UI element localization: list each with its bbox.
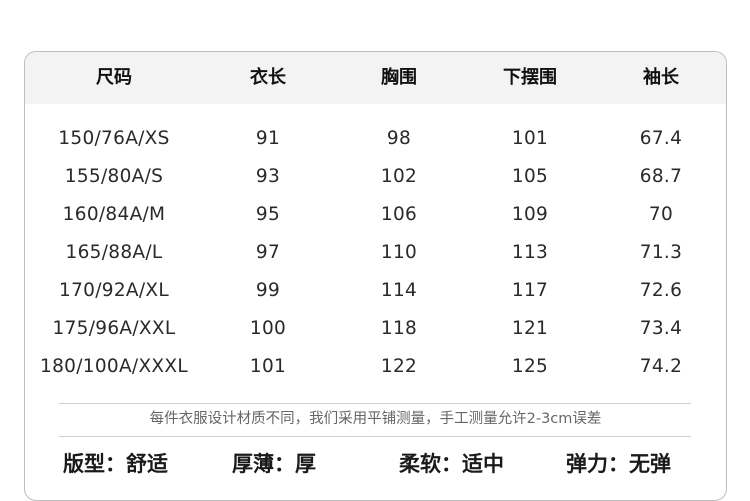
property-softness: 柔软：适中 xyxy=(399,452,504,476)
property-fit: 版型：舒适 xyxy=(63,452,168,476)
table-cell: 70 xyxy=(648,204,674,225)
table-cell: 99 xyxy=(255,280,281,301)
table-cell: 117 xyxy=(511,280,549,301)
table-cell: 91 xyxy=(255,128,281,149)
table-cell: 170/92A/XL xyxy=(59,280,169,301)
table-cell: 106 xyxy=(380,204,418,225)
measurement-note: 每件衣服设计材质不同，我们采用平铺测量，手工测量允许2-3cm误差 xyxy=(149,411,602,427)
header-length: 衣长 xyxy=(250,67,286,88)
table-cell: 125 xyxy=(511,356,549,377)
table-cell: 95 xyxy=(255,204,281,225)
table-cell: 180/100A/XXXL xyxy=(40,356,188,377)
table-cell: 100 xyxy=(249,318,287,339)
divider xyxy=(59,436,691,437)
table-cell: 121 xyxy=(511,318,549,339)
table-cell: 150/76A/XS xyxy=(58,128,170,149)
table-cell: 122 xyxy=(380,356,418,377)
size-chart-card: 尺码 衣长 胸围 下摆围 袖长 150/76A/XS 91 98 101 67.… xyxy=(24,51,727,501)
table-cell: 93 xyxy=(255,166,281,187)
table-cell: 72.6 xyxy=(639,280,683,301)
table-cell: 105 xyxy=(511,166,549,187)
table-cell: 68.7 xyxy=(639,166,683,187)
header-sleeve: 袖长 xyxy=(643,67,679,88)
table-cell: 165/88A/L xyxy=(65,242,163,263)
table-cell: 74.2 xyxy=(639,356,683,377)
table-cell: 101 xyxy=(511,128,549,149)
table-cell: 175/96A/XXL xyxy=(52,318,176,339)
table-cell: 110 xyxy=(380,242,418,263)
divider xyxy=(59,403,691,404)
table-cell: 97 xyxy=(255,242,281,263)
header-size: 尺码 xyxy=(96,67,132,88)
property-thickness: 厚薄：厚 xyxy=(232,452,316,476)
table-cell: 101 xyxy=(249,356,287,377)
table-cell: 118 xyxy=(380,318,418,339)
table-cell: 155/80A/S xyxy=(64,166,164,187)
table-cell: 113 xyxy=(511,242,549,263)
table-cell: 160/84A/M xyxy=(62,204,166,225)
table-header: 尺码 衣长 胸围 下摆围 袖长 xyxy=(25,52,726,104)
table-cell: 109 xyxy=(511,204,549,225)
table-cell: 71.3 xyxy=(639,242,683,263)
table-cell: 98 xyxy=(386,128,412,149)
property-elasticity: 弹力：无弹 xyxy=(566,452,671,476)
header-hem: 下摆围 xyxy=(503,67,557,88)
table-cell: 114 xyxy=(380,280,418,301)
header-chest: 胸围 xyxy=(381,67,417,88)
table-cell: 67.4 xyxy=(639,128,683,149)
table-cell: 102 xyxy=(380,166,418,187)
table-cell: 73.4 xyxy=(639,318,683,339)
